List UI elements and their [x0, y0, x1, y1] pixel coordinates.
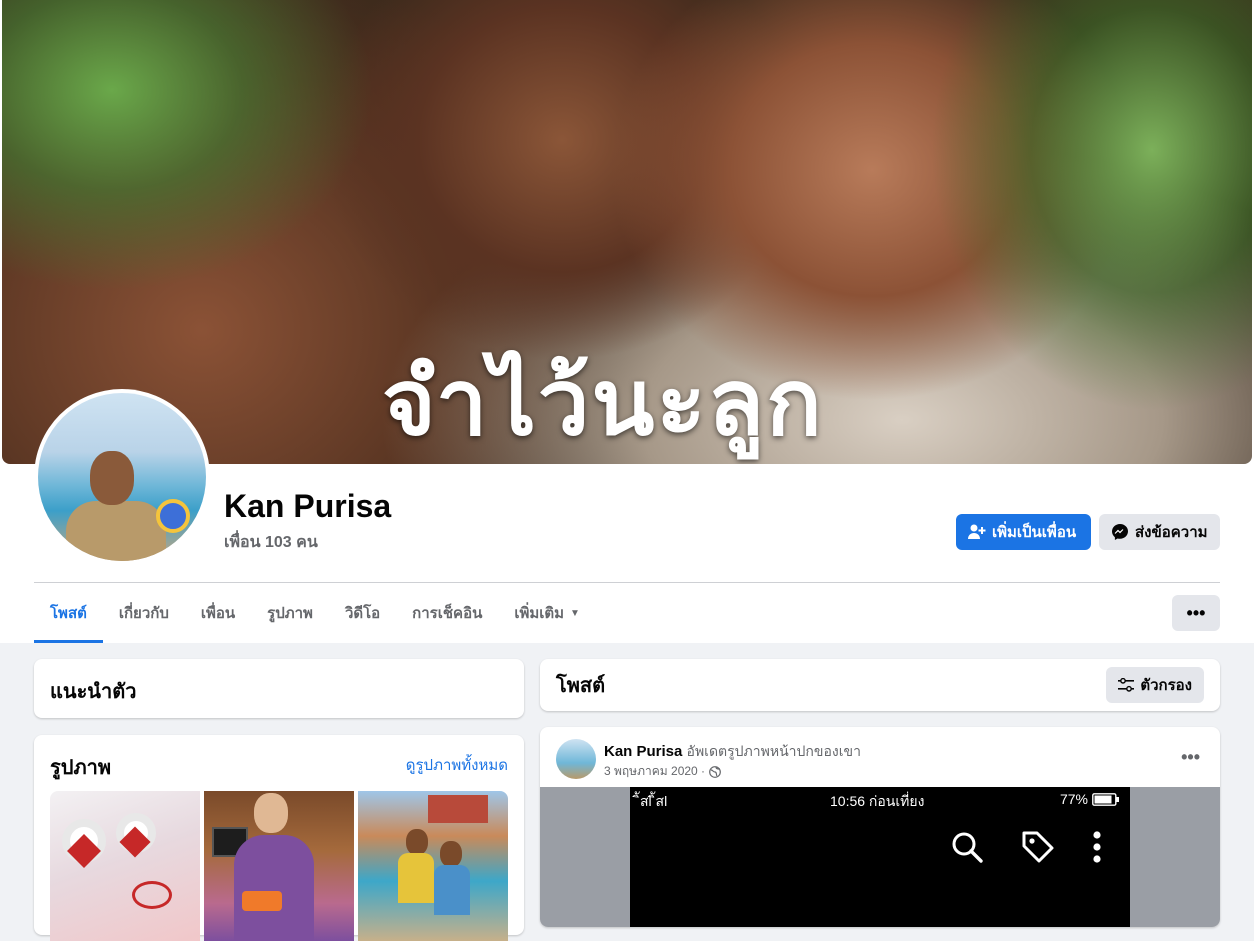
post-header-line: Kan Purisa อัพเดตรูปภาพหน้าปกของเขา — [604, 741, 861, 763]
post-meta: 3 พฤษภาคม 2020 · — [604, 762, 721, 781]
tag-icon — [1022, 831, 1054, 863]
posts-header-card: โพสต์ ตัวกรอง — [540, 659, 1220, 711]
photo-thumbnail[interactable] — [204, 791, 354, 941]
friends-count[interactable]: เพื่อน 103 คน — [224, 530, 318, 555]
photos-card: รูปภาพ ดูรูปภาพทั้งหมด — [34, 735, 524, 941]
cover-caption: จำไว้นะลูก — [382, 349, 824, 456]
add-friend-icon — [968, 524, 986, 539]
profile-tabs: โพสต์ เกี่ยวกับ เพื่อน รูปภาพ วิดีโอ การ… — [34, 583, 596, 643]
message-button[interactable]: ส่งข้อความ — [1099, 514, 1220, 550]
tab-photos[interactable]: รูปภาพ — [251, 583, 329, 643]
post-timestamp[interactable]: 3 พฤษภาคม 2020 · — [604, 762, 705, 781]
intro-title: แนะนำตัว — [50, 681, 137, 703]
profile-header: จำไว้นะลูก Kan Purisa เพื่อน 103 คน เพิ่… — [0, 0, 1254, 643]
photo-thumbnail[interactable] — [358, 791, 508, 941]
avatar-image — [38, 393, 206, 561]
tab-more[interactable]: เพิ่มเติม ▼ — [498, 583, 596, 643]
globe-icon — [709, 765, 721, 778]
see-all-photos-link[interactable]: ดูรูปภาพทั้งหมด — [406, 753, 508, 777]
message-label: ส่งข้อความ — [1135, 524, 1208, 541]
tab-friends[interactable]: เพื่อน — [185, 583, 251, 643]
post-author-name[interactable]: Kan Purisa — [604, 743, 682, 760]
kebab-menu-icon — [1093, 831, 1101, 863]
tab-videos[interactable]: วิดีโอ — [329, 583, 396, 643]
search-icon — [952, 832, 983, 863]
filter-label: ตัวกรอง — [1140, 677, 1192, 694]
posts-title: โพสต์ — [556, 675, 606, 697]
photo-grid — [50, 791, 508, 941]
tab-posts[interactable]: โพสต์ — [34, 583, 103, 643]
phone-clock: 10:56 ก่อนเที่ยง — [830, 793, 925, 809]
phone-screenshot: ิัสl ิัสl 10:56 ก่อนเที่ยง 77% — [630, 787, 1130, 927]
filter-sliders-icon — [1118, 678, 1135, 692]
caret-down-icon: ▼ — [570, 607, 580, 619]
phone-status-bar: ิัสl ิัสl 10:56 ก่อนเที่ยง 77% — [630, 791, 1130, 811]
intro-card: แนะนำตัว — [34, 659, 524, 718]
post-action-text: อัพเดตรูปภาพหน้าปกของเขา — [686, 743, 861, 759]
messenger-icon — [1112, 524, 1128, 540]
profile-avatar[interactable] — [34, 389, 210, 565]
photo-thumbnail[interactable] — [50, 791, 200, 941]
add-friend-button[interactable]: เพิ่มเป็นเพื่อน — [956, 514, 1091, 550]
post-card: Kan Purisa อัพเดตรูปภาพหน้าปกของเขา 3 พฤ… — [540, 727, 1220, 927]
more-options-button[interactable]: ••• — [1172, 595, 1220, 631]
battery-icon — [1092, 792, 1119, 806]
signal-indicator: ิัสl ิัสl — [640, 793, 668, 809]
cover-photo[interactable]: จำไว้นะลูก — [2, 0, 1252, 464]
profile-frame-badge — [156, 499, 190, 533]
post-menu-button[interactable]: ••• — [1181, 747, 1200, 768]
post-author-avatar[interactable] — [556, 739, 596, 779]
tab-checkins[interactable]: การเช็คอิน — [396, 583, 498, 643]
filter-button[interactable]: ตัวกรอง — [1106, 667, 1204, 703]
post-image[interactable]: ิัสl ิัสl 10:56 ก่อนเที่ยง 77% — [540, 787, 1220, 927]
tab-about[interactable]: เกี่ยวกับ — [103, 583, 185, 643]
add-friend-label: เพิ่มเป็นเพื่อน — [992, 524, 1077, 541]
battery-percent: 77% — [1059, 791, 1088, 807]
profile-name: Kan Purisa — [224, 488, 392, 524]
